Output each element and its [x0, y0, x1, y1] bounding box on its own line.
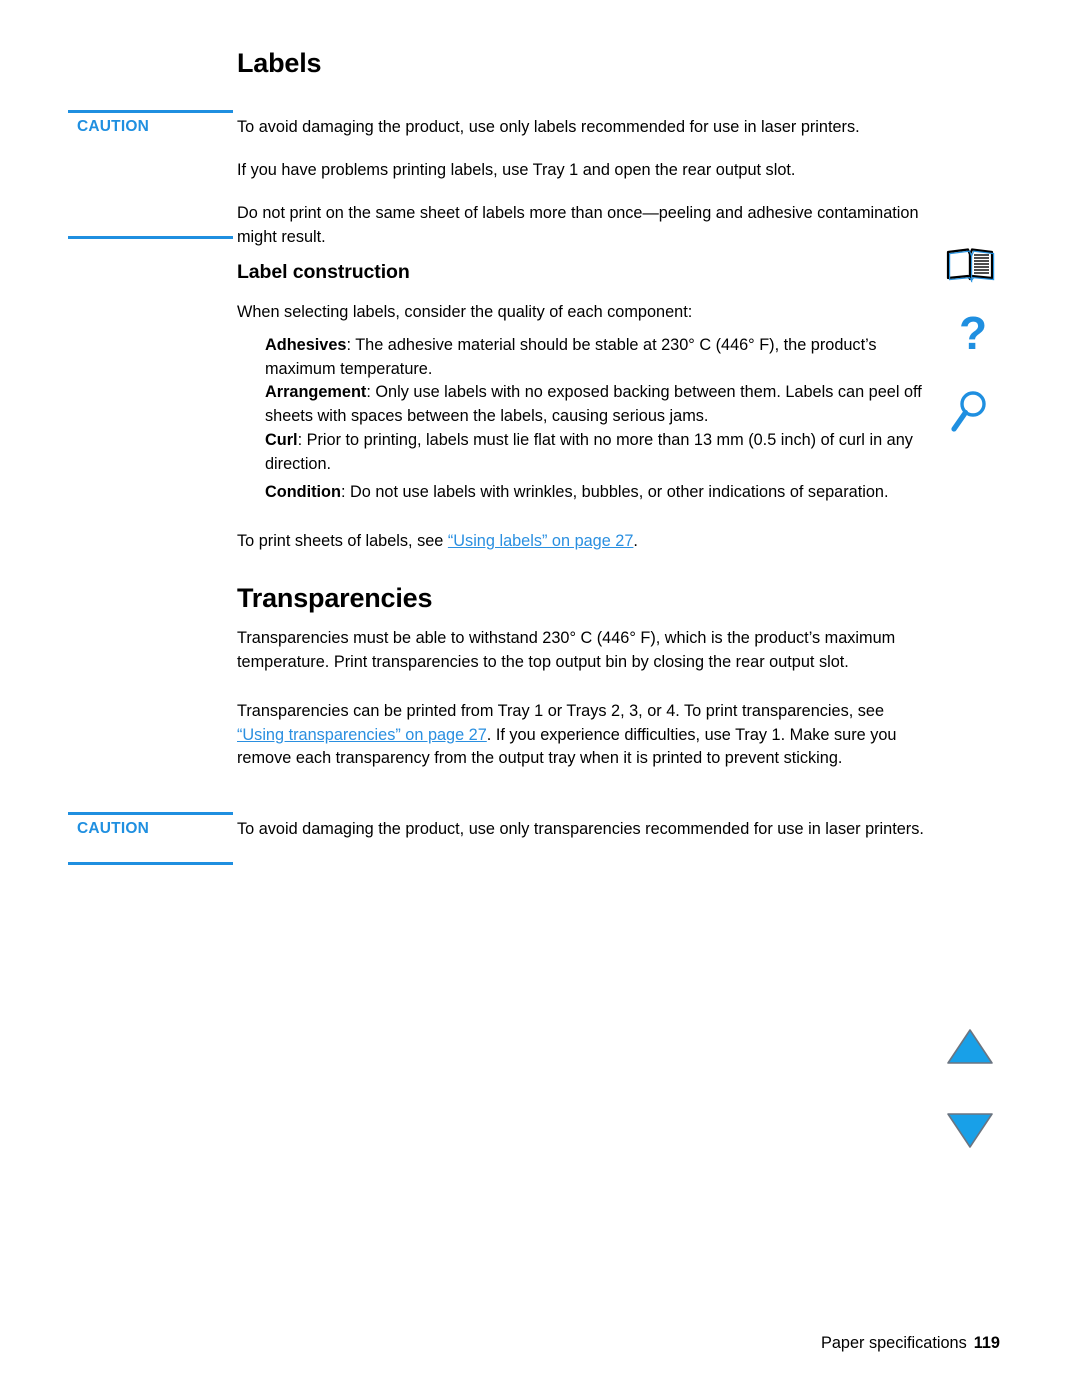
footer-page-number: 119: [973, 1334, 1000, 1352]
table-of-contents-icon[interactable]: [944, 244, 996, 296]
definition-text-adhesives: : The adhesive material should be stable…: [265, 336, 877, 378]
page-title-transparencies: Transparencies: [237, 583, 433, 613]
link-using-transparencies[interactable]: “Using transparencies” on page 27: [237, 726, 487, 744]
caution-text-labels: To avoid damaging the product, use only …: [237, 118, 860, 136]
section-heading-label-construction: Label construction: [237, 261, 410, 283]
search-icon[interactable]: [944, 387, 996, 439]
paragraph-transparencies-trays: Transparencies can be printed from Tray …: [237, 700, 927, 771]
definition-curl: Curl: Prior to printing, labels must lie…: [265, 429, 927, 476]
definition-condition: Condition: Do not use labels with wrinkl…: [265, 481, 927, 505]
caution-rule-bottom: [68, 236, 233, 239]
paragraph-transparencies-temperature: Transparencies must be able to withstand…: [237, 629, 896, 671]
caution-text-transparencies: To avoid damaging the product, use only …: [237, 820, 924, 838]
caution-rule-bottom-2: [68, 862, 233, 865]
svg-text:?: ?: [959, 313, 987, 359]
definition-term-arrangement: Arrangement: [265, 383, 367, 401]
cross-reference-trailing: .: [633, 532, 638, 550]
paragraph-construction-intro: When selecting labels, consider the qual…: [237, 303, 693, 321]
caution-label: CAUTION: [77, 118, 150, 135]
footer-title: Paper specifications: [821, 1334, 967, 1352]
definition-term-curl: Curl: [265, 431, 298, 449]
page-title-labels: Labels: [237, 48, 322, 78]
caution-rule-top: [68, 110, 233, 113]
caution-rule-top-2: [68, 812, 233, 815]
definition-arrangement: Arrangement: Only use labels with no exp…: [265, 381, 927, 428]
paragraph-labels-reprint: Do not print on the same sheet of labels…: [237, 204, 919, 246]
definition-term-condition: Condition: [265, 483, 341, 501]
definition-adhesives: Adhesives: The adhesive material should …: [265, 334, 927, 381]
page-footer: Paper specifications 119: [821, 1334, 1000, 1353]
caution-label-2: CAUTION: [77, 820, 150, 837]
help-index-icon[interactable]: ?: [947, 313, 999, 365]
cross-reference-lead-in: To print sheets of labels, see: [237, 532, 448, 550]
link-using-labels[interactable]: “Using labels” on page 27: [448, 532, 634, 550]
previous-page-icon[interactable]: [944, 1021, 996, 1073]
definition-text-condition: : Do not use labels with wrinkles, bubbl…: [340, 483, 889, 501]
definition-text-curl: : Prior to printing, labels must lie fla…: [265, 431, 913, 473]
document-page: Labels CAUTION To avoid damaging the pro…: [0, 0, 1080, 1397]
next-page-icon[interactable]: [944, 1104, 996, 1156]
transparencies-trays-lead-in: Transparencies can be printed from Tray …: [237, 702, 885, 720]
definition-term-adhesives: Adhesives: [265, 336, 347, 354]
paragraph-labels-tray: If you have problems printing labels, us…: [237, 161, 796, 179]
cross-reference-using-labels: To print sheets of labels, see “Using la…: [237, 530, 927, 554]
